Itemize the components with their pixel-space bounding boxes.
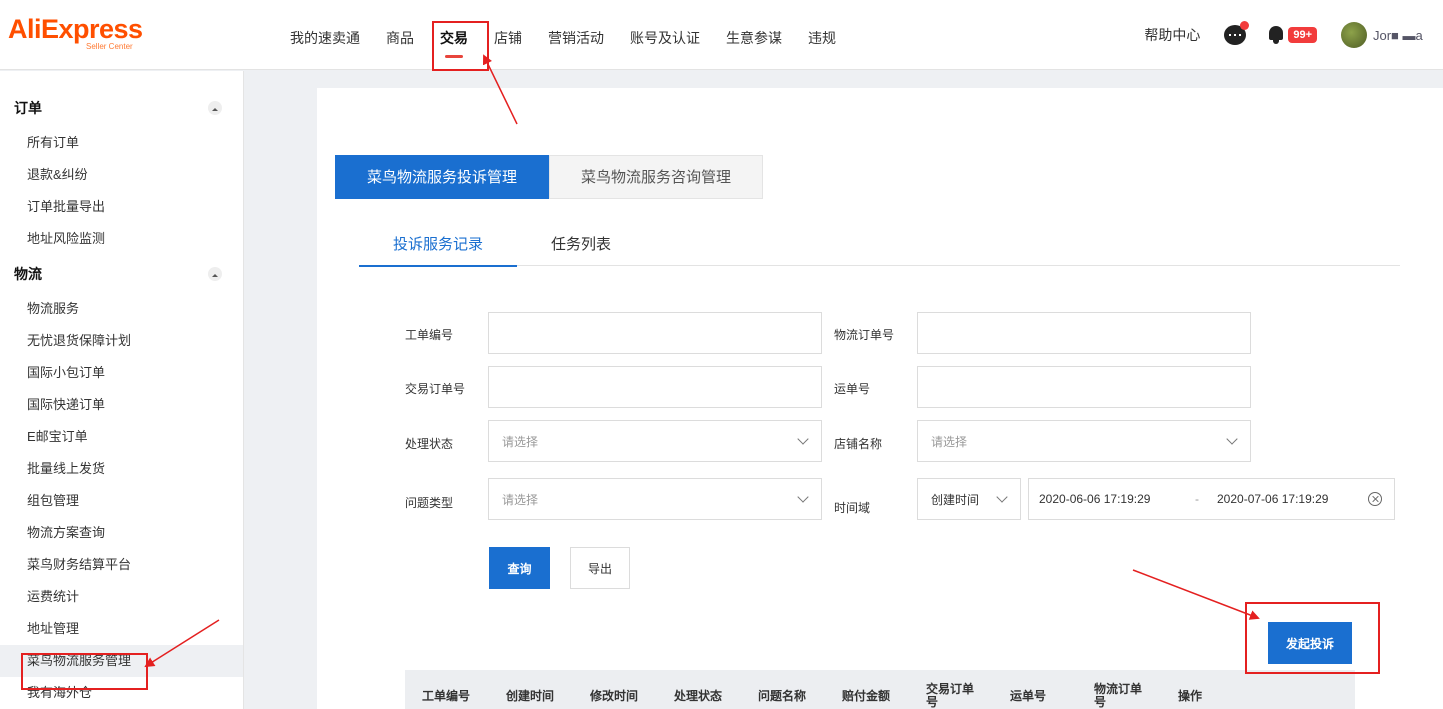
time-range-label: 时间域 [834,501,871,515]
record-tabs: 投诉服务记录 任务列表 [359,225,1400,267]
store-placeholder: 请选择 [931,435,968,449]
notifications[interactable]: 99+ [1268,26,1317,44]
tab-complaint-mgmt[interactable]: 菜鸟物流服务投诉管理 [335,155,549,199]
avatar[interactable] [1341,22,1367,48]
sidebar-item-logistics-plan[interactable]: 物流方案查询 [0,517,243,549]
chevron-down-icon [996,491,1008,503]
tab-complaint-records[interactable]: 投诉服务记录 [359,225,518,267]
date-start: 2020-06-06 17:19:29 [1039,492,1151,506]
sidebar-group-logistics[interactable]: 物流 [0,255,243,293]
service-tabs: 菜鸟物流服务投诉管理 菜鸟物流服务咨询管理 [335,155,763,199]
ticket-no-label: 工单编号 [405,328,454,342]
sidebar-item-freight-stats[interactable]: 运费统计 [0,581,243,613]
trade-order-label: 交易订单号 [405,382,466,396]
collapse-icon[interactable] [208,267,222,281]
nav-account[interactable]: 账号及认证 [630,0,700,70]
chevron-down-icon [1226,433,1238,445]
create-complaint-button[interactable]: 发起投诉 [1268,622,1352,664]
nav-business-advisor[interactable]: 生意参谋 [726,0,782,70]
user-name[interactable]: Jor■ ▬a [1373,28,1443,43]
sidebar-item-package-mgmt[interactable]: 组包管理 [0,485,243,517]
chevron-down-icon [797,491,809,503]
help-center-link[interactable]: 帮助中心 [1144,25,1200,45]
col-status: 处理状态 [674,689,723,703]
col-logistics-order: 物流订单号 [1094,682,1143,709]
sidebar: 订单 所有订单 退款&纠纷 订单批量导出 地址风险监测 物流 物流服务 无忧退货… [0,71,244,709]
top-header: AliExpress Seller Center 我的速卖通 商品 交易 店铺 … [0,0,1443,70]
ticket-no-input[interactable] [488,312,822,354]
tab-task-list[interactable]: 任务列表 [517,225,645,266]
col-actions: 操作 [1178,689,1203,703]
waybill-label: 运单号 [834,382,871,396]
issue-type-label: 问题类型 [405,496,454,510]
main-content: 菜鸟物流服务投诉管理 菜鸟物流服务咨询管理 投诉服务记录 任务列表 工单编号 物… [317,88,1443,709]
logistics-order-input[interactable] [917,312,1251,354]
status-label: 处理状态 [405,437,454,451]
sidebar-group-label: 订单 [14,100,42,116]
date-range-picker[interactable]: 2020-06-06 17:19:29 - 2020-07-06 17:19:2… [1028,478,1395,520]
sidebar-group-orders[interactable]: 订单 [0,89,243,127]
search-button[interactable]: 查询 [489,547,550,589]
main-nav: 我的速卖通 商品 交易 店铺 营销活动 账号及认证 生意参谋 违规 [290,0,862,70]
chevron-down-icon [797,433,809,445]
time-type-select[interactable]: 创建时间 [917,478,1021,520]
col-ticket-no: 工单编号 [422,689,471,703]
logo-text: AliExpress [8,14,143,44]
store-name-select[interactable]: 请选择 [917,420,1251,462]
bell-icon [1268,26,1284,44]
nav-marketing[interactable]: 营销活动 [548,0,604,70]
sidebar-item-refunds[interactable]: 退款&纠纷 [0,159,243,191]
nav-my-aliexpress[interactable]: 我的速卖通 [290,0,360,70]
col-created: 创建时间 [506,689,555,703]
table-header: 工单编号 创建时间 修改时间 处理状态 问题名称 赔付金额 交易订单号 运单号 … [405,670,1355,709]
nav-violations[interactable]: 违规 [808,0,836,70]
date-end: 2020-07-06 17:19:29 [1217,492,1329,506]
col-compensation: 赔付金额 [842,689,891,703]
nav-store[interactable]: 店铺 [494,0,522,70]
logo-subtitle: Seller Center [86,42,133,51]
export-button[interactable]: 导出 [570,547,630,589]
sidebar-item-all-orders[interactable]: 所有订单 [0,127,243,159]
chat-unread-dot [1240,21,1250,30]
issue-placeholder: 请选择 [502,493,539,507]
sidebar-item-address-risk[interactable]: 地址风险监测 [0,223,243,255]
sidebar-item-order-export[interactable]: 订单批量导出 [0,191,243,223]
logistics-order-label: 物流订单号 [834,328,895,342]
waybill-input[interactable] [917,366,1251,408]
col-modified: 修改时间 [590,689,639,703]
sidebar-item-cainiao-service-mgmt[interactable]: 菜鸟物流服务管理 [0,645,243,677]
col-waybill: 运单号 [1010,689,1047,703]
trade-order-input[interactable] [488,366,822,408]
col-trade-order: 交易订单号 [926,682,975,709]
nav-products[interactable]: 商品 [386,0,414,70]
issue-type-select[interactable]: 请选择 [488,478,822,520]
store-name-label: 店铺名称 [834,437,883,451]
notification-badge: 99+ [1288,27,1317,43]
tab-consult-mgmt[interactable]: 菜鸟物流服务咨询管理 [549,155,763,199]
sidebar-item-address-mgmt[interactable]: 地址管理 [0,613,243,645]
status-select[interactable]: 请选择 [488,420,822,462]
col-issue-name: 问题名称 [758,689,807,703]
time-type-value: 创建时间 [931,493,980,507]
sidebar-item-intl-express[interactable]: 国际快递订单 [0,389,243,421]
sidebar-group-label: 物流 [14,266,42,282]
sidebar-item-epacket[interactable]: E邮宝订单 [0,421,243,453]
sidebar-item-cainiao-finance[interactable]: 菜鸟财务结算平台 [0,549,243,581]
sidebar-item-overseas-warehouse[interactable]: 我有海外仓 [0,677,243,709]
aliexpress-logo[interactable]: AliExpress Seller Center [8,14,143,52]
sidebar-item-worry-free-return[interactable]: 无忧退货保障计划 [0,325,243,357]
chat-icon[interactable] [1224,21,1250,45]
sidebar-item-intl-small-parcel[interactable]: 国际小包订单 [0,357,243,389]
status-placeholder: 请选择 [502,435,539,449]
collapse-icon[interactable] [208,101,222,115]
chat-dots [1229,34,1242,36]
sidebar-item-batch-ship[interactable]: 批量线上发货 [0,453,243,485]
date-separator: - [1195,492,1199,506]
clear-icon[interactable] [1368,492,1382,506]
sidebar-item-logistics-service[interactable]: 物流服务 [0,293,243,325]
header-actions: 帮助中心 99+ Jor■ ▬a [1144,0,1443,70]
nav-trade[interactable]: 交易 [440,0,468,70]
